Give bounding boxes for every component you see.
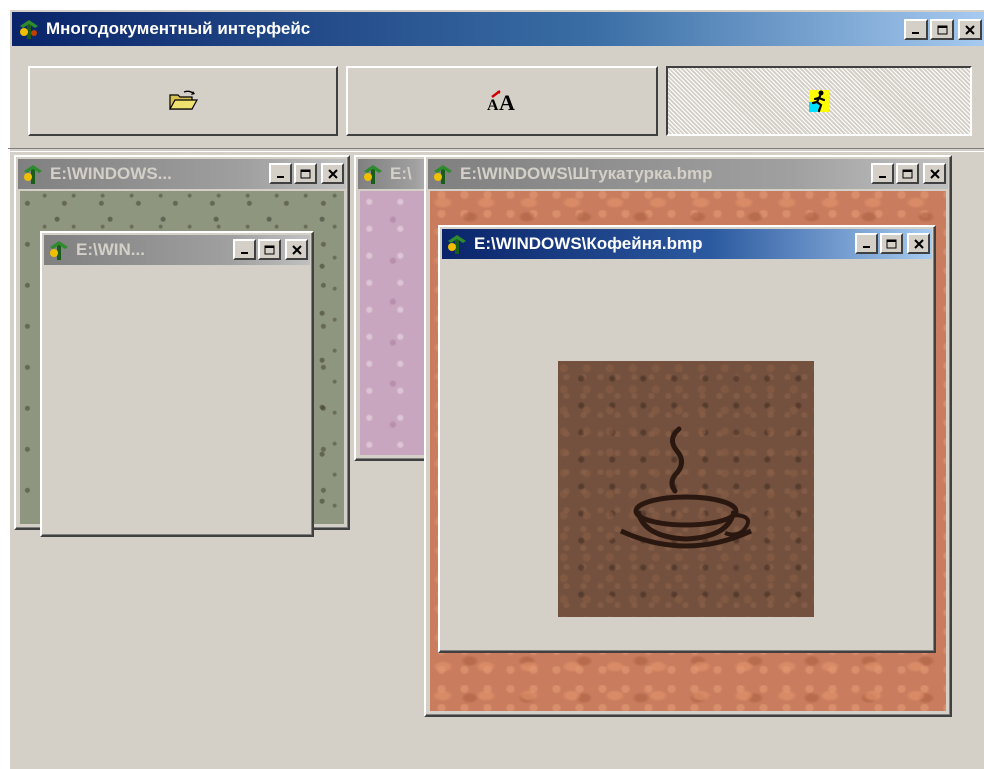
running-man-icon <box>809 90 829 113</box>
close-button[interactable] <box>907 233 930 254</box>
maximize-icon <box>886 239 897 248</box>
close-button[interactable] <box>321 163 344 184</box>
child-caption-buttons <box>871 163 946 184</box>
child-title-bar[interactable]: E:\WIN... <box>44 235 310 265</box>
close-icon <box>929 168 940 179</box>
maximize-button[interactable] <box>896 163 919 184</box>
svg-text:A: A <box>499 90 515 114</box>
minimize-button[interactable] <box>904 19 928 40</box>
toolbar-separator <box>8 148 984 152</box>
maximize-icon <box>937 25 947 34</box>
maximize-button[interactable] <box>880 233 903 254</box>
open-button[interactable] <box>28 66 338 136</box>
maximize-button[interactable] <box>294 163 317 184</box>
child-title-bar[interactable]: E:\WINDOWS\Кофейня.bmp <box>442 229 932 259</box>
maximize-icon <box>264 245 275 254</box>
minimize-icon <box>862 245 870 248</box>
maximize-button[interactable] <box>930 19 954 40</box>
child-client-area <box>444 261 930 647</box>
svg-text:A: A <box>487 97 499 114</box>
child-caption-buttons <box>269 163 344 184</box>
child-title: E:\WINDOWS... <box>50 164 172 183</box>
maximize-icon <box>300 169 311 178</box>
mdi-client-area: E:\WINDOWS... E:\ E:\WINDOWS\Штукатурка.… <box>10 153 984 757</box>
window-title: Многодокументный интерфейс <box>46 19 311 38</box>
child-caption-buttons <box>233 239 308 260</box>
close-icon <box>913 238 924 249</box>
child-title-bar[interactable]: E:\WINDOWS... <box>18 159 346 189</box>
font-button[interactable]: A A <box>346 66 658 136</box>
minimize-button[interactable] <box>233 239 256 260</box>
main-title-bar[interactable]: Многодокументный интерфейс <box>12 12 984 46</box>
minimize-icon <box>912 31 919 34</box>
exit-button[interactable] <box>666 66 972 136</box>
document-app-icon <box>448 235 466 254</box>
child-title: E:\ <box>390 164 412 183</box>
child-window-coffee-small[interactable]: E:\WIN... <box>40 231 314 537</box>
maximize-icon <box>902 169 913 178</box>
child-title: E:\WINDOWS\Кофейня.bmp <box>474 234 703 253</box>
document-app-icon <box>434 165 452 184</box>
toolbar: A A <box>16 66 978 140</box>
minimize-icon <box>276 175 284 178</box>
close-icon <box>291 244 302 255</box>
coffee-cup-icon <box>619 426 753 549</box>
image-coffee <box>558 361 814 617</box>
child-title: E:\WINDOWS\Штукатурка.bmp <box>460 164 713 183</box>
open-folder-icon <box>168 90 198 110</box>
close-icon <box>327 168 338 179</box>
window-caption-buttons <box>904 19 982 40</box>
child-title-bar[interactable]: E:\WINDOWS\Штукатурка.bmp <box>428 159 948 189</box>
close-button[interactable] <box>923 163 946 184</box>
child-window-coffee-active[interactable]: E:\WINDOWS\Кофейня.bmp <box>438 225 936 653</box>
child-caption-buttons <box>855 233 930 254</box>
close-button[interactable] <box>285 239 308 260</box>
document-app-icon <box>364 165 382 184</box>
minimize-button[interactable] <box>871 163 894 184</box>
font-icon: A A <box>487 90 515 114</box>
document-app-icon <box>50 241 68 260</box>
child-title: E:\WIN... <box>76 240 145 259</box>
app-icon <box>20 20 38 39</box>
minimize-icon <box>240 251 248 254</box>
close-icon <box>965 24 975 35</box>
maximize-button[interactable] <box>258 239 281 260</box>
minimize-icon <box>878 175 886 178</box>
close-button[interactable] <box>958 19 982 40</box>
document-app-icon <box>24 165 42 184</box>
minimize-button[interactable] <box>269 163 292 184</box>
minimize-button[interactable] <box>855 233 878 254</box>
